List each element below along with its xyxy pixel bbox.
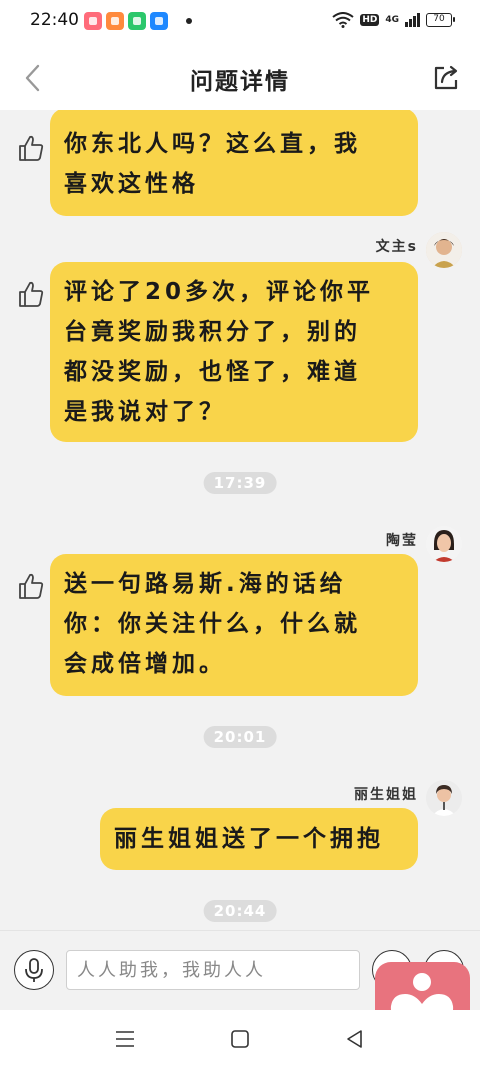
app-notification-icon [106, 12, 124, 30]
app-notification-icon [84, 12, 102, 30]
notification-icons [84, 12, 168, 30]
message-line: 都没奖励，也怪了，难道 [64, 359, 361, 385]
page-title: 问题详情 [190, 69, 290, 95]
avatar[interactable] [426, 526, 462, 562]
wifi-icon [332, 12, 354, 28]
status-bar: 22:40 HD 4G 70 [0, 0, 480, 44]
timestamp: 20:01 [203, 726, 277, 748]
message-input[interactable] [66, 950, 360, 990]
timestamp: 17:39 [203, 472, 277, 494]
sender-name: 陶莹 [386, 533, 418, 549]
network-type: 4G [385, 15, 399, 25]
message-line: 丽生姐姐送了一个拥抱 [114, 826, 384, 852]
avatar-image [426, 526, 462, 562]
app-notification-icon [150, 12, 168, 30]
message-bubble[interactable]: 丽生姐姐送了一个拥抱 [100, 808, 418, 870]
avatar[interactable] [426, 232, 462, 268]
voice-button[interactable] [14, 950, 54, 990]
share-button[interactable] [426, 58, 466, 98]
sender-name: 丽生姐姐 [354, 787, 418, 803]
message-line: 喜欢这性格 [64, 171, 199, 197]
microphone-icon [25, 958, 43, 982]
menu-icon[interactable] [112, 1026, 138, 1052]
avatar-image [426, 232, 462, 268]
more-notifications-icon [186, 18, 192, 24]
message-bubble[interactable]: 送一句路易斯.海的话给 你：你关注什么，什么就 会成倍增加。 [50, 554, 418, 696]
message-line: 是我说对了？ [64, 399, 226, 425]
message-line: 台竟奖励我积分了，别的 [64, 319, 361, 345]
thumbs-up-icon[interactable] [18, 280, 44, 308]
timestamp: 20:44 [203, 900, 277, 922]
header: 问题详情 [0, 44, 480, 110]
sender-name: 文主s [375, 239, 418, 255]
message-line: 会成倍增加。 [64, 651, 226, 677]
status-time: 22:40 [30, 10, 79, 30]
battery-icon: 70 [426, 13, 455, 27]
message-line: 你：你关注什么，什么就 [64, 611, 361, 637]
message-line: 送一句路易斯.海的话给 [64, 571, 347, 597]
share-icon [434, 65, 458, 90]
avatar[interactable] [426, 780, 462, 816]
message-line: 评论了20多次，评论你平 [64, 279, 375, 305]
message-bubble[interactable]: 评论了20多次，评论你平 台竟奖励我积分了，别的 都没奖励，也怪了，难道 是我说… [50, 262, 418, 442]
system-navigation-bar [0, 1010, 480, 1067]
thumbs-up-icon[interactable] [18, 134, 44, 162]
hd-icon: HD [360, 14, 380, 26]
avatar-image [426, 780, 462, 816]
app-notification-icon [128, 12, 146, 30]
message-bubble[interactable]: 你东北人吗？这么直，我 喜欢这性格 [50, 110, 418, 216]
back-triangle-icon[interactable] [342, 1026, 368, 1052]
home-icon[interactable] [227, 1026, 253, 1052]
chat-list[interactable]: 你东北人吗？这么直，我 喜欢这性格 文主s 评论了20多次，评论你平 台竟奖励我… [0, 110, 480, 930]
message-line: 你东北人吗？这么直，我 [64, 131, 361, 157]
system-icons: HD 4G 70 [332, 12, 455, 28]
signal-icon [405, 13, 420, 27]
thumbs-up-icon[interactable] [18, 572, 44, 600]
